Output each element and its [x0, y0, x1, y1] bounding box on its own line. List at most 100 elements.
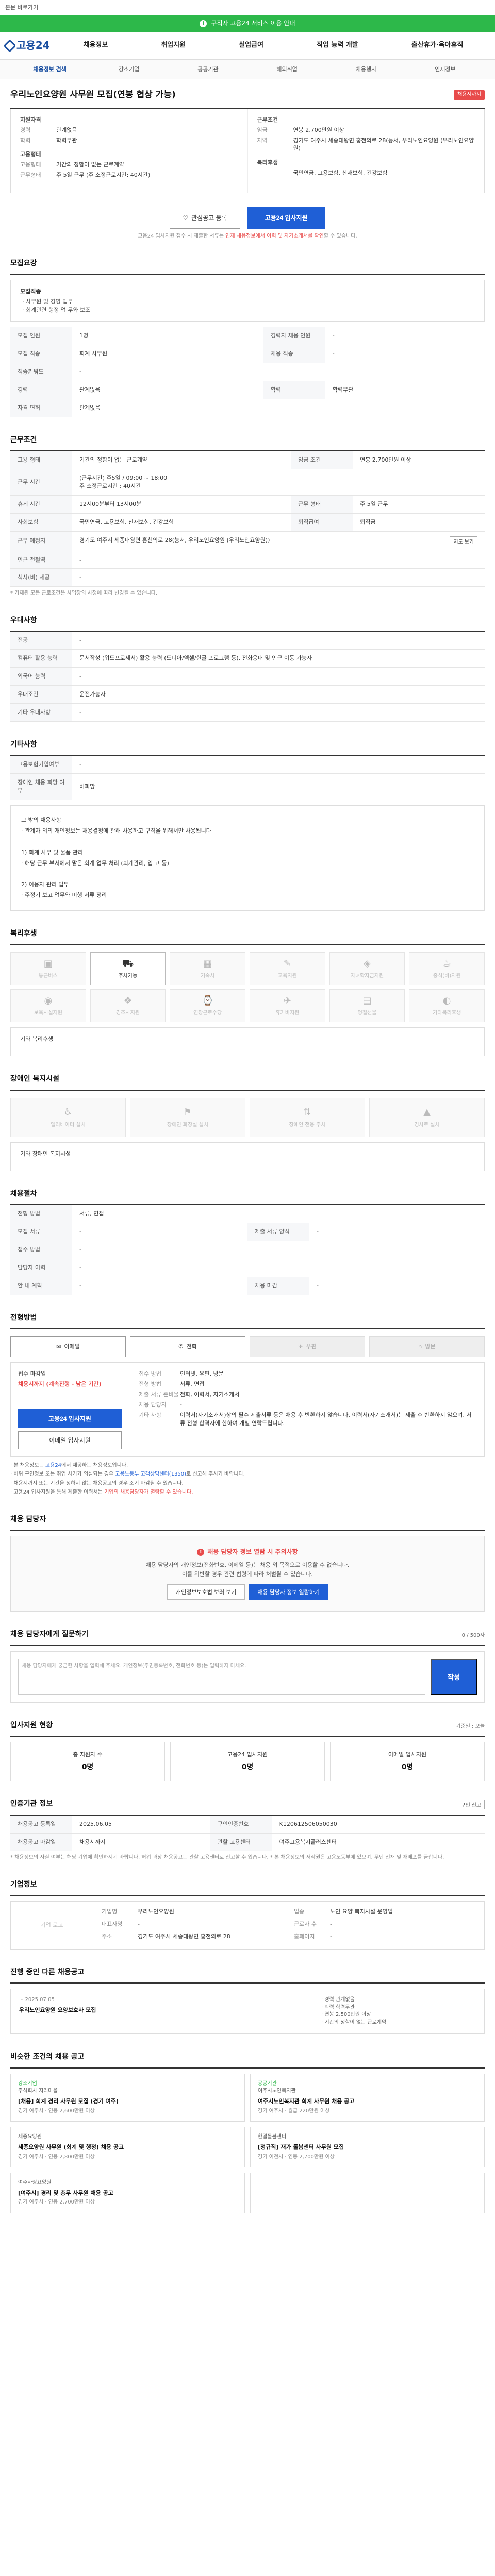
job-tag: 공공기관 — [258, 2080, 277, 2087]
view-contact-button[interactable]: 채용 담당자 정보 열람하기 — [249, 1584, 328, 1600]
row-value: - — [72, 1241, 485, 1259]
section-title: 모집요강 — [10, 259, 37, 267]
disability-icon: ⚑ — [183, 1107, 192, 1118]
apply-note: · 허위 구인정보 또는 취업 사기가 의심되는 경우 고용노동부 고객상담센터… — [10, 1471, 245, 1478]
summary-value: 관계없음 — [56, 126, 77, 133]
sub-tab[interactable]: 인재정보 — [406, 65, 485, 74]
report-button[interactable]: 구인 신고 — [457, 1799, 485, 1809]
row-header: 전형 방법 — [10, 1205, 72, 1223]
apply-row: 기타 사항 이력서(자기소개서)상의 필수 제출서류 등은 채용 후 반환하지 않… — [139, 1411, 475, 1428]
inquiry-textarea[interactable]: 채용 담당자에게 궁금한 사항을 입력해 주세요. 개인정보(주민등록번호, 전… — [18, 1658, 425, 1695]
welfare-item: ▣ 통근버스 — [10, 952, 86, 986]
main-menu: 채용정보 취업지원 실업급여 직업 능력 개발 출산휴가·육아휴직 — [57, 41, 490, 50]
row-header: 모집 직종 — [10, 345, 72, 363]
table-row: 채용공고 등록일 2025.06.05 구인인증번호 K120612506050030 — [10, 1815, 485, 1834]
summary-row: 국민연금, 고용보험, 산재보험, 건강보험 — [257, 169, 475, 177]
table-row: 고용 형태 기간의 정함이 없는 근로계약 임금 조건 연봉 2,700만원 이상 — [10, 451, 485, 469]
sub-tab[interactable]: 강소기업 — [89, 65, 168, 74]
row-value: 운전가능자 — [72, 685, 485, 704]
sub-tab[interactable]: 채용정보 검색 — [10, 65, 89, 74]
similar-job-card[interactable]: 한결돌봄센터 [정규직] 재가 돌봄센터 사무원 모집 경기 이천시 · 연봉 2,… — [250, 2127, 485, 2168]
table-row: 모집 인원 1명 경력자 채용 인원 - — [10, 327, 485, 345]
nav-item[interactable]: 취업지원 — [161, 41, 186, 50]
job-summary: 지원자격 경력 관계없음 학력 학력무관 고용형태 고용형태 기간의 정함이 없는 근로… — [10, 108, 485, 194]
other-job-card[interactable]: ~ 2025.07.05 우리노인요양원 요양보호사 모집 · 경력 관계없음 ·… — [10, 1989, 485, 2035]
nav-item[interactable]: 실업급여 — [239, 41, 263, 50]
map-button[interactable]: 지도 보기 — [450, 536, 477, 546]
other-job-meta: · 기간의 정함이 없는 근로계약 — [321, 2019, 387, 2025]
table-row: 접수 방법 - — [10, 1241, 485, 1259]
preference-table: 전공 - 컴퓨터 활용 능력 문서작성 (워드프로세서) 활용 능력 (드피아/엑셀/… — [10, 632, 485, 722]
job-card-title[interactable]: 세종요양원 사무원 (회계 및 행정) 채용 공고 — [18, 2143, 237, 2151]
welfare-item: ✎ 교육지원 — [250, 952, 325, 986]
welfare-item: ☕ 중식(비)지원 — [409, 952, 485, 986]
skip-link[interactable]: 본문 바로가기 — [0, 0, 495, 15]
stat-label: 이메일 입사지원 — [388, 1751, 427, 1758]
row-value: - — [72, 632, 485, 650]
sub-tab[interactable]: 해외취업 — [248, 65, 326, 74]
disability-item: ⚑ 장애인 화장실 설치 — [130, 1097, 245, 1137]
row-value: (근무시간) 주5일 / 09:00 ~ 18:00 주 소정근로시간 : 40시… — [72, 469, 485, 496]
company-key: 근로자 수 — [294, 1921, 317, 1928]
company-value: - — [138, 1921, 140, 1928]
row-header: 채용 직종 — [263, 345, 325, 363]
job-card-title[interactable]: [여주시] 경리 및 총무 사무원 채용 공고 — [18, 2189, 237, 2197]
nav-item[interactable]: 직업 능력 개발 — [317, 41, 358, 50]
note-link[interactable]: 고용24 — [45, 1463, 61, 1468]
welfare-item: ✈ 휴가비지원 — [250, 989, 325, 1023]
section-title: 기타사항 — [10, 740, 37, 749]
table-row: 근무 예정지 경기도 여주시 세종대왕면 홍천의로 28(능서, 우리노인요양원 … — [10, 531, 485, 551]
apply-key: 접수 방법 — [139, 1370, 161, 1378]
method-icon: ⌂ — [418, 1343, 422, 1350]
welfare-icon: ⌚ — [202, 995, 213, 1007]
apply-button[interactable]: 고용24 입사지원 — [247, 207, 325, 229]
status-badge: 채용시까지 — [454, 90, 485, 100]
work-hours: 주 소정근로시간 : 40시간 — [79, 482, 141, 489]
sub-tab[interactable]: 채용행사 — [326, 65, 405, 74]
recruit-section: 모집요강 모집직종 · 사무원 및 경영 업무 · 회계관련 행정 업 무와 보조… — [10, 258, 485, 417]
detail-body: 그 밖의 채용사항 · 관계자 외의 개인정보는 채용결정에 관해 사용하고 구직… — [10, 805, 485, 911]
apply-button-2[interactable]: 고용24 입사지원 — [18, 1409, 122, 1428]
inquiry-submit-button[interactable]: 작성 — [431, 1658, 477, 1695]
company-name: 주식회사 지리마을 — [18, 2088, 58, 2094]
company-section: 기업정보 기업 로고 기업명 우리노인요양원 업종 노인 요양 복지시설 운영업 대표자… — [10, 1879, 485, 1950]
privacy-law-button[interactable]: 개인정보보호법 보러 보기 — [167, 1584, 245, 1600]
note-link[interactable]: 고용노동부 고객상담센터(1350) — [115, 1471, 186, 1477]
apply-note: · 고용24 입사지원을 통해 제출한 이력서는 기업의 채용담당자가 열람할 … — [10, 1489, 193, 1496]
site-logo[interactable]: 고용24 — [3, 38, 57, 53]
job-card-title[interactable]: [채용] 회계 경리 사무원 모집 (경기 여주) — [18, 2097, 237, 2106]
row-value: 국민연금, 고용보험, 산재보험, 건강보험 — [72, 513, 291, 532]
sub-tab[interactable]: 공공기관 — [169, 65, 248, 74]
detail-line: 1) 회계 사무 및 물품 관리 — [21, 849, 83, 856]
nav-item[interactable]: 채용정보 — [84, 41, 108, 50]
apply-value: 서류, 면접 — [180, 1380, 205, 1387]
welfare-label: 보육시설지원 — [34, 1010, 62, 1016]
similar-job-card[interactable]: 여주사랑요양원 [여주시] 경리 및 총무 사무원 채용 공고 경기 여주시 · 연… — [10, 2173, 245, 2213]
welfare-icon: ❖ — [123, 995, 133, 1007]
apply-row: 제출 서류 준비물 전화, 이력서, 자기소개서 — [139, 1391, 475, 1399]
nav-item[interactable]: 출산휴가·육아휴직 — [411, 41, 464, 50]
job-card-title[interactable]: [정규직] 재가 돌봄센터 사무원 모집 — [258, 2143, 477, 2151]
notice-banner[interactable]: i 구직자 고용24 서비스 이용 안내 — [0, 15, 495, 32]
row-header: 구인인증번호 — [210, 1815, 272, 1834]
summary-key: 경력 — [20, 126, 31, 133]
like-button[interactable]: ♡ 관심공고 등록 — [170, 207, 240, 229]
company-value: - — [330, 1921, 332, 1928]
similar-job-card[interactable]: 강소기업 주식회사 지리마을 [채용] 회계 경리 사무원 모집 (경기 여주) 경기… — [10, 2073, 245, 2122]
table-row: 전공 - — [10, 632, 485, 650]
welfare-label: 기숙사 — [200, 973, 215, 979]
company-key: 업종 — [294, 1908, 305, 1916]
row-value: 비희망 — [72, 773, 485, 801]
similar-job-card[interactable]: 공공기관 여주시노인복지관 여주시노인복지관 회계 사무원 채용 공고 경기 여주시 … — [250, 2073, 485, 2122]
row-value: 문서작성 (워드프로세서) 활용 능력 (드피아/엑셀/한글 프로그램 등), … — [72, 649, 485, 668]
process-table: 전형 방법 서류, 면접 모집 서류 - 제출 서류 양식 - 접수 방법 - 담당자 이력 - 안… — [10, 1205, 485, 1295]
logo-mark-icon — [3, 39, 16, 53]
email-apply-button[interactable]: 이메일 입사지원 — [18, 1431, 122, 1449]
summary-row: 임금 연봉 2,700만원 이상 — [257, 126, 475, 134]
similar-job-card[interactable]: 세종요양원 세종요양원 사무원 (회계 및 행정) 채용 공고 경기 여주시 · 연… — [10, 2127, 245, 2168]
welfare-icon: ▣ — [43, 958, 53, 970]
row-header: 컴퓨터 활용 능력 — [10, 649, 72, 668]
job-title: 우리노인요양원 사무원 모집(연봉 협상 가능) — [10, 90, 176, 100]
welfare-icon: ◐ — [442, 995, 451, 1007]
job-card-title[interactable]: 여주시노인복지관 회계 사무원 채용 공고 — [258, 2097, 477, 2106]
